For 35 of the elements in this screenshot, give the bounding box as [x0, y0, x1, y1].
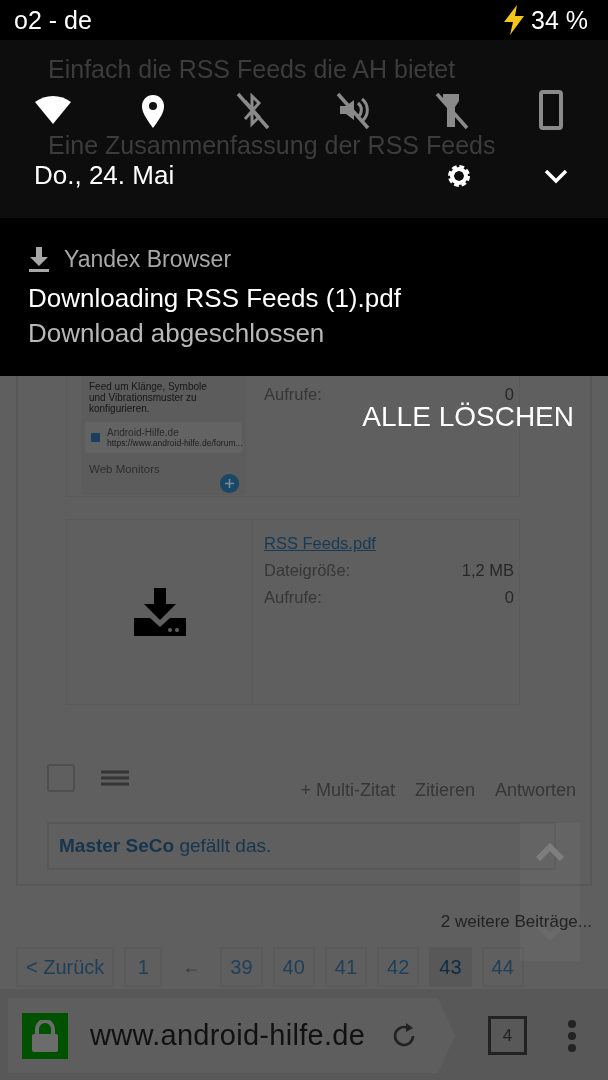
thumbnail-text: und Vibrationsmuster zu [89, 392, 197, 403]
likes-text: Master SeCo gefällt das. [47, 822, 556, 870]
carrier-text: o2 - de [14, 5, 92, 35]
page-button[interactable]: 41 [324, 947, 368, 987]
field-value: 1,2 MB [461, 560, 514, 581]
field-value: 0 [504, 384, 514, 403]
chevron-down-icon[interactable] [544, 167, 568, 184]
url-text: www.android-hilfe.de [90, 1019, 366, 1052]
download-icon [133, 588, 186, 636]
field-value: 0 [504, 587, 514, 608]
thumbnail-text: konfigurieren. [89, 403, 150, 414]
page-button[interactable]: 43 [429, 947, 472, 987]
thumbnail-text: Feed um Klänge, Symbole [89, 381, 207, 392]
battery-text: 34 % [531, 5, 588, 35]
feed-url: https://www.android-hilfe.de/forum... [107, 438, 243, 448]
clear-all-button[interactable]: ALLE LÖSCHEN [362, 401, 574, 433]
page-button[interactable]: 39 [220, 947, 263, 987]
app-name: Yandex Browser [64, 246, 232, 273]
file-link[interactable]: RSS Feeds.pdf [264, 530, 376, 557]
plus-icon [220, 474, 239, 493]
address-bar[interactable]: www.android-hilfe.de [8, 998, 455, 1073]
page-button[interactable]: 1 [124, 947, 163, 987]
notification-title: Downloading RSS Feeds (1).pdf [28, 283, 402, 314]
more-posts-link[interactable]: 2 weitere Beiträge... [440, 912, 592, 931]
settings-icon[interactable] [446, 162, 472, 189]
page-button[interactable]: < Zurück [16, 947, 115, 987]
padlock-icon [30, 1019, 60, 1052]
date-text: Do., 24. Mai [34, 160, 175, 191]
ellipsis-arrow: ← [181, 956, 202, 978]
feed-title: Android-Hilfe.de [107, 427, 179, 438]
download-icon [28, 246, 50, 273]
page-button[interactable]: 44 [481, 947, 524, 987]
page-button[interactable]: 40 [272, 947, 315, 987]
page-button[interactable]: 42 [377, 947, 420, 987]
notification-card[interactable]: Yandex Browser Downloading RSS Feeds (1).pdf Download abgeschlossen [0, 218, 608, 376]
